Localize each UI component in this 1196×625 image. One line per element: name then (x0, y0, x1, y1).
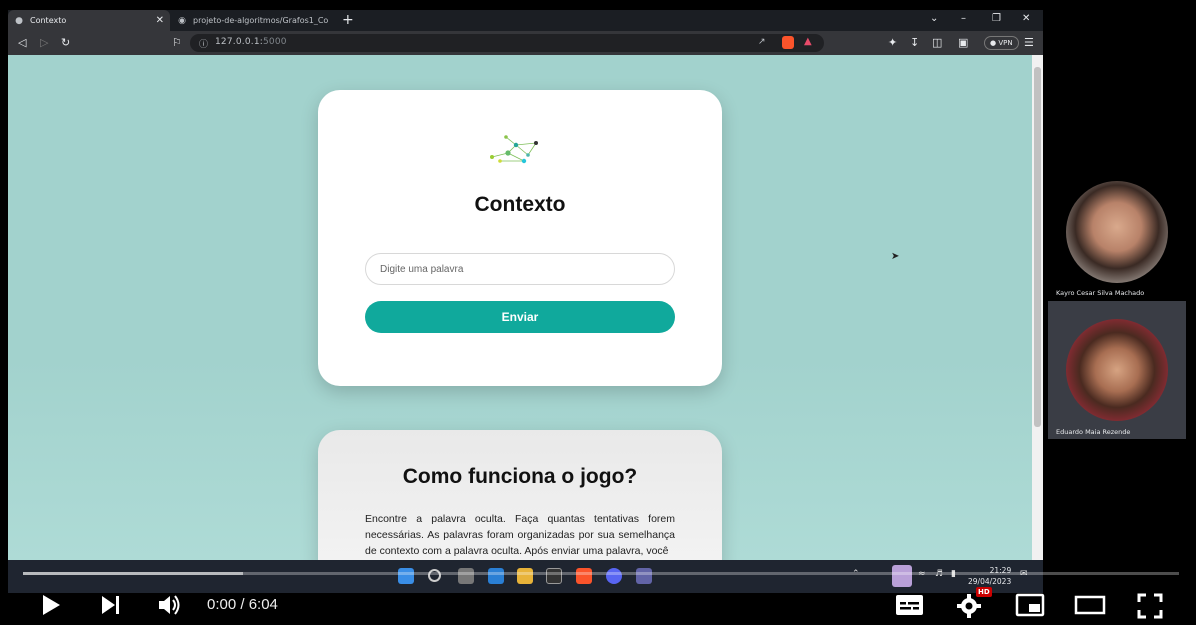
tab-contexto[interactable]: ● Contexto ✕ (8, 10, 170, 31)
participant-name: Eduardo Maia Rezende (1056, 428, 1131, 436)
back-icon[interactable]: ◁ (18, 36, 26, 49)
start-icon[interactable] (398, 568, 414, 584)
browser-window: ● Contexto ✕ ◉ projeto-de-algoritmos/Gra… (8, 10, 1043, 560)
hd-badge: HD (976, 587, 992, 597)
minimize-button[interactable]: – (961, 13, 966, 24)
game-card: Contexto Enviar (318, 90, 722, 386)
video-frame: ● Contexto ✕ ◉ projeto-de-algoritmos/Gra… (0, 0, 1196, 625)
bookmark-icon[interactable]: ⚐ (172, 36, 182, 49)
microphone-icon[interactable] (892, 565, 912, 587)
tab-search-icon[interactable]: ⌄ (930, 13, 938, 24)
volume-icon[interactable] (157, 593, 183, 617)
discord-icon[interactable] (606, 568, 622, 584)
how-to-play-title: Como funciona o jogo? (402, 465, 638, 488)
time-display: 0:00 / 6:04 (207, 596, 278, 613)
brave-shield-icon[interactable] (782, 36, 794, 49)
progress-buffered (23, 572, 243, 575)
scrollbar-thumb[interactable] (1034, 67, 1041, 427)
send-button[interactable]: Enviar (365, 301, 675, 333)
site-info-icon[interactable]: ⓘ (199, 37, 208, 50)
word-input[interactable] (365, 253, 675, 285)
game-title: Contexto (474, 193, 566, 216)
participant-tile: Kayro Cesar Silva Machado (1048, 175, 1186, 301)
menu-icon[interactable]: ☰ (1024, 36, 1034, 49)
close-tab-icon[interactable]: ✕ (156, 15, 164, 26)
restore-button[interactable]: ❐ (992, 13, 1001, 24)
how-to-play-card: Como funciona o jogo? Encontre a palavra… (318, 430, 722, 560)
browser-toolbar: ◁ ▷ ↻ ⚐ ⓘ 127.0.0.1:5000 ↗ ▲ ✦ ↧ ◫ ▣ ● V… (8, 31, 1043, 55)
teams-icon[interactable] (636, 568, 652, 584)
participant-tile: Eduardo Maia Rezende (1048, 301, 1186, 439)
miniplayer-icon[interactable] (1015, 593, 1045, 617)
forward-icon[interactable]: ▷ (40, 36, 48, 49)
brave-rewards-icon[interactable]: ▲ (804, 36, 812, 47)
file-explorer-icon[interactable] (517, 568, 533, 584)
fullscreen-icon[interactable] (1137, 593, 1163, 619)
avatar (1066, 181, 1168, 283)
search-icon[interactable] (428, 569, 441, 582)
url-text: 127.0.0.1:5000 (215, 37, 287, 47)
vscode-icon[interactable] (488, 568, 504, 584)
sidebar-icon[interactable]: ◫ (932, 36, 942, 49)
how-to-play-text: Encontre a palavra oculta. Faça quantas … (365, 513, 675, 557)
mouse-cursor-icon: ➤ (891, 251, 900, 262)
video-progress-bar[interactable] (23, 572, 1179, 575)
avatar (1066, 319, 1168, 421)
github-icon: ◉ (178, 15, 186, 26)
tab-title: projeto-de-algoritmos/Grafos1_Conte (193, 16, 329, 25)
tab-bar: ● Contexto ✕ ◉ projeto-de-algoritmos/Gra… (8, 10, 1043, 31)
terminal-icon[interactable] (546, 568, 562, 584)
address-bar[interactable]: ⓘ 127.0.0.1:5000 ↗ ▲ (190, 34, 824, 52)
theater-mode-icon[interactable] (1074, 593, 1106, 617)
tray-clock[interactable]: 21:29 29/04/2023 (968, 565, 1011, 587)
brave-icon[interactable] (576, 568, 592, 584)
tab-github[interactable]: ◉ projeto-de-algoritmos/Grafos1_Conte (171, 10, 335, 31)
wallet-icon[interactable]: ▣ (958, 36, 968, 49)
reload-icon[interactable]: ↻ (61, 36, 70, 49)
close-window-button[interactable]: ✕ (1022, 13, 1030, 24)
vpn-button[interactable]: ● VPN (984, 36, 1019, 50)
page-scrollbar[interactable] (1032, 55, 1043, 560)
share-icon[interactable]: ↗ (758, 37, 766, 47)
tab-title: Contexto (30, 16, 67, 25)
participant-name: Kayro Cesar Silva Machado (1056, 289, 1145, 297)
page-viewport: Contexto Enviar Como funciona o jogo? En… (8, 55, 1032, 560)
play-icon[interactable] (40, 593, 62, 617)
task-view-icon[interactable] (458, 568, 474, 584)
network-logo-icon (490, 135, 538, 164)
player-controls: 0:00 / 6:04 HD (0, 585, 1196, 625)
download-icon[interactable]: ↧ (910, 36, 919, 49)
new-tab-button[interactable]: + (342, 12, 354, 28)
subtitles-icon[interactable] (895, 593, 924, 617)
extensions-icon[interactable]: ✦ (888, 36, 897, 49)
next-icon[interactable] (100, 593, 122, 617)
globe-icon: ● (15, 15, 23, 26)
